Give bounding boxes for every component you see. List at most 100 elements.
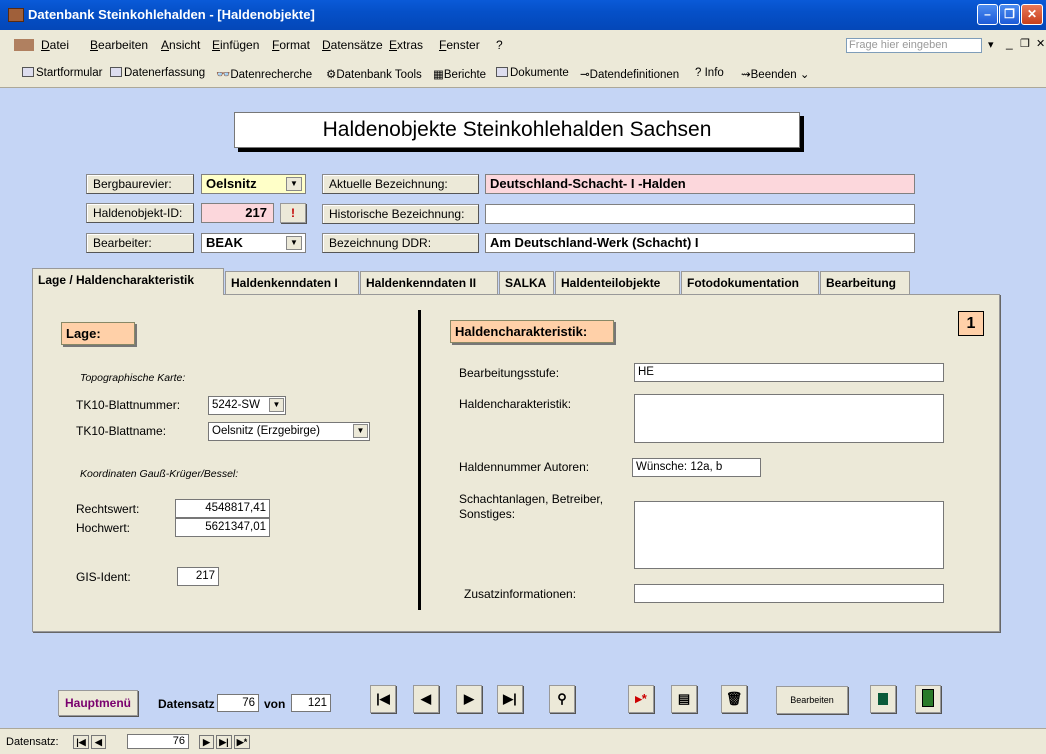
gis-ident-field[interactable]: 217 [177,567,219,586]
status-last-button[interactable]: ▶| [216,735,232,749]
bearbeitungsstufe-field[interactable]: HE [634,363,944,382]
document-icon [14,39,34,51]
bergbaurevier-combo[interactable]: Oelsnitz ▼ [201,174,306,194]
section-divider [418,310,421,610]
exit-door-button[interactable] [915,685,941,713]
bearbeiter-combo[interactable]: BEAK ▼ [201,233,306,253]
form-icon: ▤ [677,691,691,706]
haldencharakteristik-textarea[interactable] [634,394,944,443]
menu-einfuegen[interactable]: Einfügen [212,38,259,52]
schachtanlagen-label: Schachtanlagen, Betreiber, Sonstiges: [459,492,604,521]
tab-haldenkenndaten-2[interactable]: Haldenkenndaten II [360,271,498,295]
chevron-down-icon[interactable]: ▼ [269,398,284,412]
haldenobjekt-id-field[interactable]: 217 [201,203,274,223]
menu-ansicht[interactable]: Ansicht [161,38,200,52]
chevron-down-icon[interactable]: ▼ [286,236,302,250]
tab-fotodokumentation[interactable]: Fotodokumentation [681,271,819,295]
hauptmenu-button[interactable]: Hauptmenü [58,690,138,716]
toolbar-datenerfassung[interactable]: Datenerfassung [110,67,205,79]
new-record-icon: ▸* [635,691,647,706]
tk10-name-combo[interactable]: Oelsnitz (Erzgebirge) ▼ [208,422,370,441]
bergbaurevier-value: Oelsnitz [206,176,257,191]
haldencharakteristik-heading: Haldencharakteristik: [450,320,614,343]
tab-lage-haldencharakteristik[interactable]: Lage / Haldencharakteristik [32,268,224,295]
status-new-button[interactable]: ▶* [234,735,250,749]
toolbar-datenrecherche[interactable]: 👓Datenrecherche [216,67,312,81]
doc-restore-icon[interactable]: ❐ [1020,37,1030,50]
toolbar-datenbank-tools[interactable]: ⚙Datenbank Tools [326,67,422,81]
toolbar-info[interactable]: ? Info [695,67,724,79]
minimize-button[interactable]: – [977,4,998,25]
schachtanlagen-textarea[interactable] [634,501,944,569]
toolbar-datendefinitionen[interactable]: ⊸Datendefinitionen [580,67,679,81]
menu-extras[interactable]: Extras [389,38,423,52]
historische-bezeichnung-label: Historische Bezeichnung: [322,204,479,224]
menu-format[interactable]: Format [272,38,310,52]
haldennummer-label: Haldennummer Autoren: [459,460,590,474]
haldennummer-field[interactable]: Wünsche: 12a, b [632,458,761,477]
toolbar-dokumente[interactable]: Dokumente [496,67,569,79]
bearbeitungsstufe-label: Bearbeitungsstufe: [459,366,560,380]
toolbar-beenden[interactable]: ⇝Beenden ⌄ [741,67,810,81]
bezeichnung-ddr-field[interactable]: Am Deutschland-Werk (Schacht) I [485,233,915,253]
tab-salka[interactable]: SALKA [499,271,554,295]
status-record-field[interactable]: 76 [127,734,189,749]
status-first-button[interactable]: |◀ [73,735,89,749]
menu-help[interactable]: ? [496,38,503,52]
tab-haldenteilobjekte[interactable]: Haldenteilobjekte [555,271,680,295]
alert-button[interactable]: ! [280,203,306,223]
toolbar-label: Datenerfassung [124,67,206,79]
ask-dropdown-icon[interactable]: ▾ [988,38,994,51]
delete-record-button[interactable]: 🗑 [721,685,747,713]
new-record-button[interactable]: ▸* [628,685,654,713]
chevron-down-icon[interactable]: ▼ [286,177,302,191]
last-record-button[interactable]: ▶| [497,685,523,713]
next-record-button[interactable]: ▶ [456,685,482,713]
toolbar-label: Dokumente [510,67,569,79]
koordinaten-caption: Koordinaten Gauß-Krüger/Bessel: [80,468,239,480]
form-icon [22,67,34,77]
aktuelle-bezeichnung-label: Aktuelle Bezeichnung: [322,174,479,194]
tk10-nr-combo[interactable]: 5242-SW ▼ [208,396,286,415]
menu-datei[interactable]: Datei [41,38,69,52]
first-record-button[interactable]: |◀ [370,685,396,713]
zusatzinformationen-field[interactable] [634,584,944,603]
rechtswert-field[interactable]: 4548817,41 [175,499,270,518]
menu-bearbeiten[interactable]: Bearbeiten [90,38,148,52]
toolbar-startformular[interactable]: Startformular [22,67,102,79]
form-title: Haldenobjekte Steinkohlehalden Sachsen [234,112,800,148]
window-titlebar: Datenbank Steinkohlehalden - [Haldenobje… [0,0,1046,30]
doc-minimize-icon[interactable]: _ [1006,36,1013,50]
ask-question-input[interactable]: Frage hier eingeben [846,38,982,53]
maximize-button[interactable]: ❐ [999,4,1020,25]
bergbaurevier-label: Bergbaurevier: [86,174,194,194]
aktuelle-bezeichnung-field[interactable]: Deutschland-Schacht- I -Halden [485,174,915,194]
close-button[interactable]: ✕ [1021,4,1043,25]
menu-datensaetze[interactable]: Datensätze [322,38,383,52]
doc-close-icon[interactable]: ✕ [1036,37,1045,50]
tk10-nr-label: TK10-Blattnummer: [76,398,181,412]
tab-haldenkenndaten-1[interactable]: Haldenkenndaten I [225,271,359,295]
app-icon [8,8,24,22]
toolbar-berichte[interactable]: ▦Berichte [433,67,486,81]
search-binoculars-button[interactable]: ⚲ [549,685,575,713]
status-previous-button[interactable]: ◀ [91,735,106,749]
save-button[interactable] [870,685,896,713]
page-number-badge: 1 [958,311,984,336]
bezeichnung-ddr-label: Bezeichnung DDR: [322,233,479,253]
zusatzinformationen-label: Zusatzinformationen: [464,587,577,601]
menu-fenster[interactable]: Fenster [439,38,480,52]
trash-icon: 🗑 [725,691,743,706]
toolbar-label: Beenden [750,69,797,81]
chevron-down-icon[interactable]: ▼ [353,424,368,438]
tab-bearbeitung[interactable]: Bearbeitung [820,271,910,295]
bearbeiten-button[interactable]: Bearbeiten [776,686,848,714]
datensatz-field[interactable]: 76 [217,694,259,712]
previous-record-button[interactable]: ◀ [413,685,439,713]
status-next-button[interactable]: ▶ [199,735,214,749]
toolbar-label: Datendefinitionen [589,69,680,81]
help-icon: ? [695,67,702,79]
form-view-button[interactable]: ▤ [671,685,697,713]
hochwert-field[interactable]: 5621347,01 [175,518,270,537]
historische-bezeichnung-field[interactable] [485,204,915,224]
